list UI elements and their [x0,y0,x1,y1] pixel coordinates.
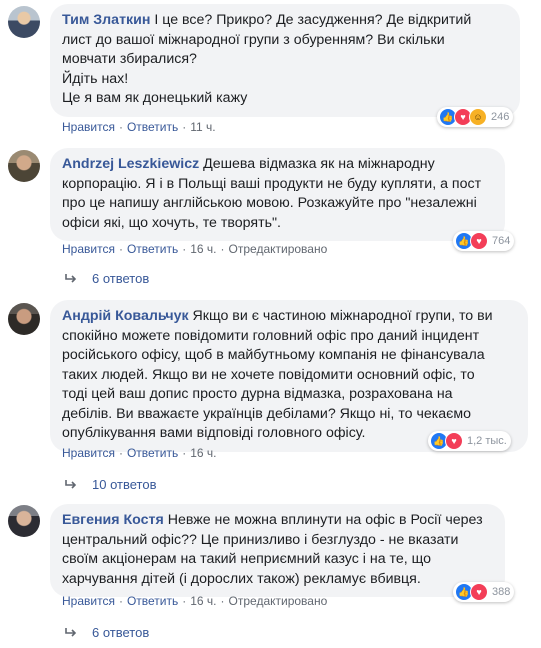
comment-actions: Нравится · Ответить · 16 ч. · Отредактировано [62,594,327,608]
replies-count: 6 ответов [92,625,150,640]
like-button[interactable]: Нравится [62,446,115,460]
comment-author[interactable]: Andrzej Leszkiewicz [62,156,199,172]
timestamp[interactable]: 16 ч. [190,594,216,608]
view-replies-button[interactable]: 6 ответов [64,625,149,640]
comment-bubble: Тим Златкин І це все? Прикро? Де засудже… [50,4,520,117]
like-button[interactable]: Нравится [62,242,115,256]
timestamp[interactable]: 16 ч. [190,242,216,256]
reaction-count: 764 [492,235,511,247]
replies-count: 10 ответов [92,477,157,492]
timestamp[interactable]: 16 ч. [190,446,216,460]
comment-actions: Нравится · Ответить · 11 ч. [62,120,216,134]
edited-label[interactable]: Отредактировано [229,594,328,608]
comment-bubble: Andrzej Leszkiewicz Дешева відмазка як н… [50,148,505,241]
reply-arrow-icon [65,627,77,637]
reaction-count: 1,2 тыс. [467,435,507,447]
separator: · [182,242,187,256]
avatar[interactable] [8,150,40,182]
edited-label[interactable]: Отредактировано [229,242,328,256]
separator: · [118,594,123,608]
separator: · [182,594,187,608]
haha-icon: ☺ [469,108,487,126]
separator: · [220,242,225,256]
replies-count: 6 ответов [92,271,150,286]
comment-author[interactable]: Евгения Костя [62,512,164,528]
comment-author[interactable]: Андрій Ковальчук [62,308,189,324]
reply-button[interactable]: Ответить [127,594,178,608]
reply-arrow-icon [65,273,77,283]
reaction-summary[interactable]: 👍 ♥ ☺ 246 [437,107,514,127]
separator: · [220,594,225,608]
reaction-count: 388 [492,586,511,598]
view-replies-button[interactable]: 6 ответов [64,271,149,286]
separator: · [118,242,123,256]
comment-actions: Нравится · Ответить · 16 ч. · Отредактировано [62,242,327,256]
avatar[interactable] [8,505,40,537]
reaction-count: 246 [491,111,510,123]
reaction-summary[interactable]: 👍 ♥ 764 [453,231,515,251]
love-icon: ♥ [445,432,463,450]
love-icon: ♥ [470,232,488,250]
separator: · [118,446,123,460]
reply-button[interactable]: Ответить [127,242,178,256]
like-button[interactable]: Нравится [62,594,115,608]
reply-arrow-icon [65,479,77,489]
reply-button[interactable]: Ответить [127,446,178,460]
view-replies-button[interactable]: 10 ответов [64,477,156,492]
timestamp[interactable]: 11 ч. [190,120,215,134]
comment-author[interactable]: Тим Златкин [62,12,150,28]
separator: · [118,120,123,134]
separator: · [182,446,187,460]
love-icon: ♥ [470,583,488,601]
comment-bubble: Андрій Ковальчук Якщо ви є частиною міжн… [50,300,528,452]
comment-text: Якщо ви є частиною міжнародної групи, то… [62,308,493,441]
reaction-summary[interactable]: 👍 ♥ 1,2 тыс. [428,431,511,451]
reply-button[interactable]: Ответить [127,120,178,134]
comment-actions: Нравится · Ответить · 16 ч. [62,446,217,460]
avatar[interactable] [8,303,40,335]
avatar[interactable] [8,6,40,38]
reaction-summary[interactable]: 👍 ♥ 388 [453,582,515,602]
separator: · [182,120,187,134]
like-button[interactable]: Нравится [62,120,115,134]
comment-bubble: Евгения Костя Невже не можна вплинути на… [50,504,505,597]
